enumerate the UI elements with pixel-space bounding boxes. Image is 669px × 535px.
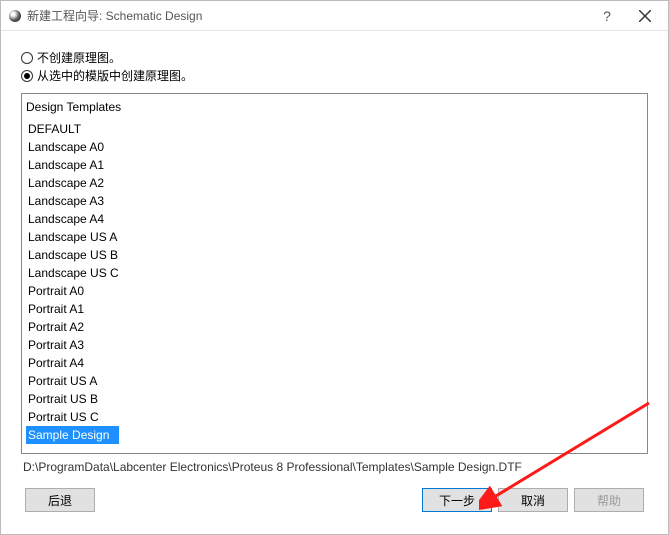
list-item[interactable]: Portrait US A <box>26 372 647 390</box>
list-item[interactable]: Portrait US B <box>26 390 647 408</box>
button-row: 后退 下一步 取消 帮助 <box>21 488 648 524</box>
close-button[interactable] <box>626 1 664 31</box>
list-item[interactable]: Landscape A1 <box>26 156 647 174</box>
list-item[interactable]: Portrait A1 <box>26 300 647 318</box>
close-icon <box>639 10 651 22</box>
list-item[interactable]: DEFAULT <box>26 120 647 138</box>
help-button[interactable]: ? <box>588 1 626 31</box>
window-title: 新建工程向导: Schematic Design <box>27 7 202 24</box>
list-item[interactable]: Landscape A2 <box>26 174 647 192</box>
help-button-footer[interactable]: 帮助 <box>574 488 644 512</box>
list-item[interactable]: Landscape US C <box>26 264 647 282</box>
back-button[interactable]: 后退 <box>25 488 95 512</box>
content-area: 不创建原理图。 从选中的模版中创建原理图。 Design Templates D… <box>1 31 668 534</box>
list-item[interactable]: Landscape A4 <box>26 210 647 228</box>
radio-icon <box>21 52 33 64</box>
app-icon <box>9 10 21 22</box>
list-item[interactable]: Sample Design <box>26 426 119 444</box>
list-item[interactable]: Landscape A0 <box>26 138 647 156</box>
wizard-dialog: 新建工程向导: Schematic Design ? 不创建原理图。 从选中的模… <box>0 0 669 535</box>
list-item[interactable]: Portrait US C <box>26 408 647 426</box>
list-item[interactable]: Portrait A3 <box>26 336 647 354</box>
list-item[interactable]: Landscape A3 <box>26 192 647 210</box>
list-item[interactable]: Landscape US A <box>26 228 647 246</box>
radio-label: 从选中的模版中创建原理图。 <box>37 67 193 85</box>
list-item[interactable]: Portrait A0 <box>26 282 647 300</box>
radio-icon <box>21 70 33 82</box>
radio-from-template[interactable]: 从选中的模版中创建原理图。 <box>21 67 648 85</box>
template-path: D:\ProgramData\Labcenter Electronics\Pro… <box>21 454 648 488</box>
radio-no-schematic[interactable]: 不创建原理图。 <box>21 49 648 67</box>
radio-label: 不创建原理图。 <box>37 49 121 67</box>
schematic-option-group: 不创建原理图。 从选中的模版中创建原理图。 <box>21 49 648 85</box>
titlebar: 新建工程向导: Schematic Design ? <box>1 1 668 31</box>
template-listbox[interactable]: Design Templates DEFAULTLandscape A0Land… <box>21 93 648 454</box>
list-item[interactable]: Portrait A4 <box>26 354 647 372</box>
list-item[interactable]: Portrait A2 <box>26 318 647 336</box>
list-item[interactable]: Landscape US B <box>26 246 647 264</box>
list-header: Design Templates <box>26 98 647 116</box>
next-button[interactable]: 下一步 <box>422 488 492 512</box>
cancel-button[interactable]: 取消 <box>498 488 568 512</box>
